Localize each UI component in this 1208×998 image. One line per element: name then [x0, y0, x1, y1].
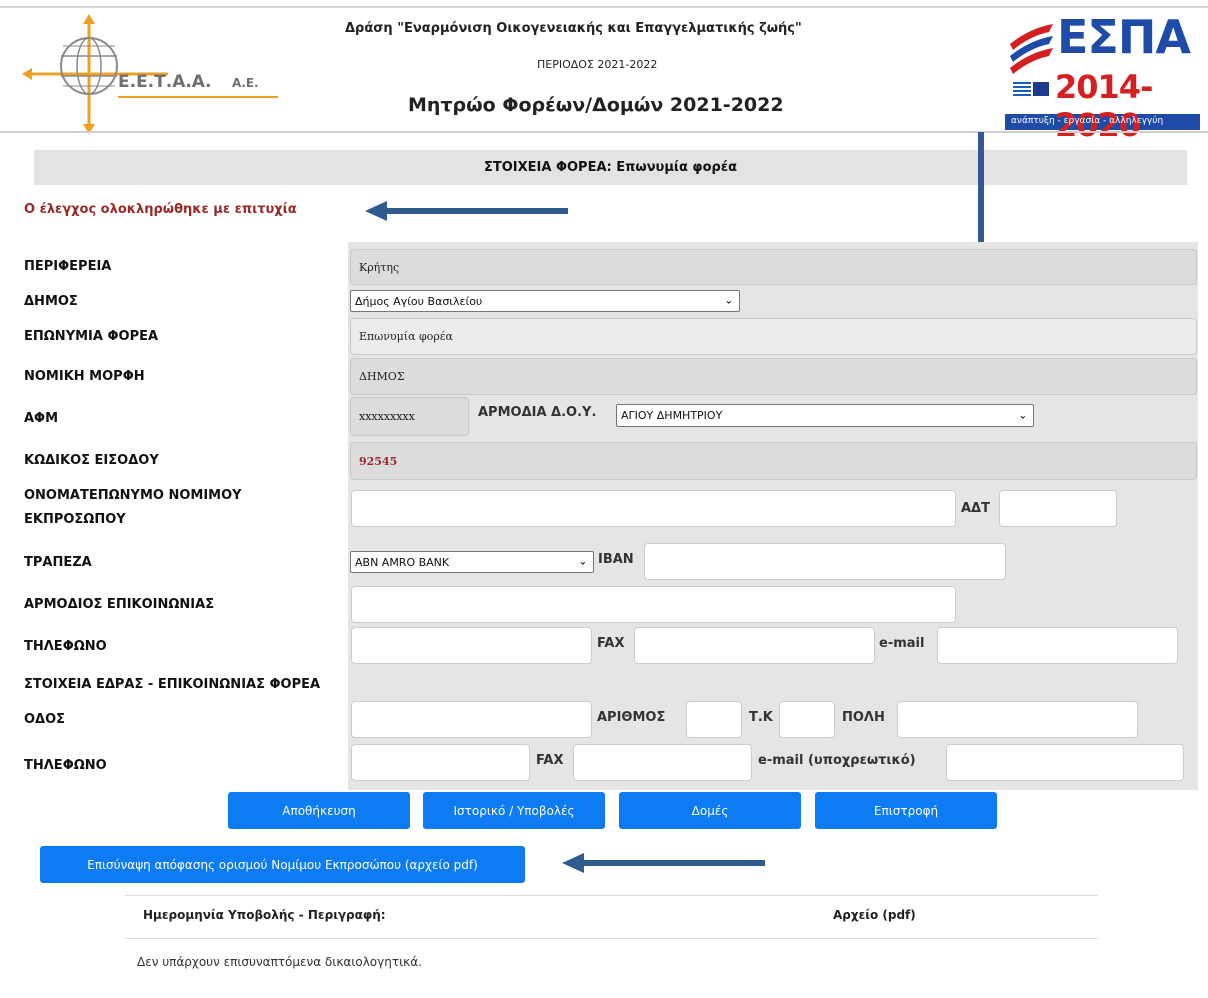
table-top-rule [125, 895, 1098, 896]
label-municipality: ΔΗΜΟΣ [24, 294, 78, 309]
label-email: e-mail [879, 636, 925, 651]
org-name-field: Επωνυμία φορέα [350, 318, 1197, 355]
arrow-left-icon [365, 201, 568, 221]
eetaa-logo-text: Ε.Ε.Τ.Α.Α. [118, 72, 212, 92]
success-message: Ο έλεγχος ολοκληρώθηκε με επιτυχία [24, 202, 297, 217]
label-legal-form: ΝΟΜΙΚΗ ΜΟΡΦΗ [24, 369, 145, 384]
city-input[interactable] [897, 701, 1138, 738]
label-org-name: ΕΠΩΝΥΜΙΑ ΦΟΡΕΑ [24, 329, 159, 344]
legal-form-field: ΔΗΜΟΣ [350, 358, 1197, 395]
label-bank: ΤΡΑΠΕΖΑ [24, 555, 92, 570]
espa-logo: ΕΣΠΑ 2014-2020 ανάπτυξη - εργασία - αλλη… [1005, 10, 1200, 144]
iban-input[interactable] [644, 543, 1006, 580]
label-fax2: FAX [536, 753, 564, 768]
label-phone2: ΤΗΛΕΦΩΝΟ [24, 758, 107, 773]
email-input[interactable] [937, 627, 1178, 664]
afm-field: xxxxxxxxx [350, 397, 469, 436]
chevron-down-icon: ⌄ [1018, 410, 1027, 421]
espa-slogan: ανάπτυξη - εργασία - αλληλεγγύη [1011, 116, 1164, 126]
municipality-select-value: Δήμος Αγίου Βασιλείου [355, 294, 483, 308]
municipality-select[interactable]: Δήμος Αγίου Βασιλείου ⌄ [350, 290, 740, 312]
label-adt: ΑΔΤ [961, 501, 990, 516]
postal-code-input[interactable] [779, 701, 835, 738]
header-top-rule [0, 6, 1208, 8]
label-login-code: ΚΩΔΙΚΟΣ ΕΙΣΟΔΟΥ [24, 453, 159, 468]
region-field: Κρήτης [350, 249, 1197, 285]
history-button[interactable]: Ιστορικό / Υποβολές [423, 792, 605, 829]
registry-title: Μητρώο Φορέων/Δομών 2021-2022 [408, 94, 784, 116]
legal-rep-input[interactable] [351, 490, 956, 527]
tax-office-select[interactable]: ΑΓΙΟΥ ΔΗΜΗΤΡΙΟΥ ⌄ [616, 404, 1034, 427]
label-region: ΠΕΡΙΦΕΡΕΙΑ [24, 259, 112, 274]
label-phone: ΤΗΛΕΦΩΝΟ [24, 639, 107, 654]
label-iban: IBAN [598, 552, 634, 567]
label-street: ΟΔΟΣ [24, 712, 66, 727]
phone2-input[interactable] [351, 744, 530, 781]
chevron-down-icon: ⌄ [578, 556, 587, 568]
login-code-field: 92545 [350, 442, 1197, 480]
label-tax-office: ΑΡΜΟΔΙΑ Δ.Ο.Υ. [478, 405, 597, 420]
label-city: ΠΟΛΗ [842, 710, 885, 725]
chevron-down-icon: ⌄ [724, 295, 733, 307]
table-header-rule [125, 938, 1098, 939]
label-legal-rep-line1: ΟΝΟΜΑΤΕΠΩΝΥΜΟ ΝΟΜΙΜΟΥ [24, 488, 242, 503]
espa-logo-text: ΕΣΠΑ [1057, 10, 1191, 64]
label-legal-rep-line2: ΕΚΠΡΟΣΩΠΟΥ [24, 512, 126, 527]
label-postal-code: Τ.Κ [749, 710, 773, 725]
table-empty-message: Δεν υπάρχουν επισυναπτόμενα δικαιολογητι… [137, 955, 422, 969]
arrow-left-icon [562, 853, 765, 873]
bank-select[interactable]: ABN AMRO BANK ⌄ [350, 551, 594, 573]
adt-input[interactable] [999, 490, 1117, 527]
period-label: ΠΕΡΙΟΔΟΣ 2021-2022 [537, 58, 658, 71]
fax-input[interactable] [634, 627, 875, 664]
label-number: ΑΡΙΘΜΟΣ [597, 710, 666, 725]
eetaa-logo-underline [118, 96, 278, 98]
col-header-date: Ημερομηνία Υποβολής - Περιγραφή: [143, 908, 386, 922]
label-contact-person: ΑΡΜΟΔΙΟΣ ΕΠΙΚΟΙΝΩΝΙΑΣ [24, 597, 215, 612]
email-required-input[interactable] [946, 744, 1184, 781]
tax-office-select-value: ΑΓΙΟΥ ΔΗΜΗΤΡΙΟΥ [621, 409, 723, 422]
section-title: ΣΤΟΙΧΕΙΑ ΦΟΡΕΑ: Επωνυμία φορέα [34, 150, 1187, 185]
back-button[interactable]: Επιστροφή [815, 792, 997, 829]
contact-person-input[interactable] [351, 586, 956, 623]
eetaa-logo: Ε.Ε.Τ.Α.Α. Α.Ε. [22, 14, 292, 134]
col-header-file: Αρχείο (pdf) [833, 908, 916, 922]
label-fax: FAX [597, 636, 625, 651]
phone-input[interactable] [351, 627, 592, 664]
header-bottom-rule [0, 131, 1208, 133]
save-button[interactable]: Αποθήκευση [228, 792, 410, 829]
structures-button[interactable]: Δομές [619, 792, 801, 829]
street-input[interactable] [351, 701, 592, 738]
action-title: Δράση "Εναρμόνιση Οικογενειακής και Επαγ… [345, 21, 802, 36]
eetaa-logo-suffix: Α.Ε. [232, 76, 259, 90]
hq-section-header: ΣΤΟΙΧΕΙΑ ΕΔΡΑΣ - ΕΠΙΚΟΙΝΩΝΙΑΣ ΦΟΡΕΑ [24, 677, 321, 692]
bank-select-value: ABN AMRO BANK [355, 555, 450, 569]
label-email-required: e-mail (υποχρεωτικό) [758, 753, 916, 768]
number-input[interactable] [686, 701, 742, 738]
label-afm: ΑΦΜ [24, 411, 59, 426]
fax2-input[interactable] [573, 744, 752, 781]
attach-pdf-button[interactable]: Επισύναψη απόφασης ορισμού Νομίμου Εκπρο… [40, 846, 525, 883]
